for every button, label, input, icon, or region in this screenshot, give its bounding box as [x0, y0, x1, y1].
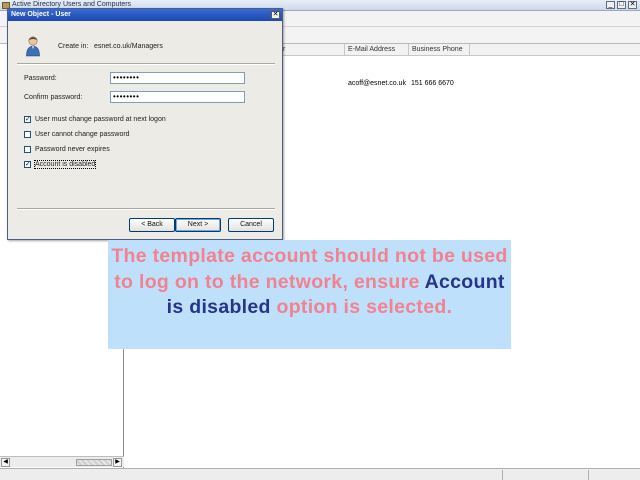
must-change-password-checkbox[interactable]: ✓ [24, 116, 31, 123]
back-button[interactable]: < Back [129, 218, 175, 232]
user-icon [26, 36, 40, 57]
scroll-right-arrow[interactable]: ▶ [113, 458, 122, 467]
main-window-title: Active Directory Users and Computers [12, 1, 132, 8]
close-window-button[interactable]: ✕ [628, 1, 637, 9]
divider [17, 63, 275, 65]
cannot-change-password-checkbox[interactable] [24, 131, 31, 138]
list-cell-email[interactable]: acoff@esnet.co.uk [348, 80, 406, 87]
divider [17, 208, 275, 210]
password-never-expires-label: Password never expires [35, 146, 110, 153]
scroll-left-arrow[interactable]: ◀ [1, 458, 10, 467]
create-in-label: Create in: [58, 43, 89, 50]
status-divider [588, 470, 589, 480]
confirm-password-label: Confirm password: [24, 94, 83, 101]
must-change-password-label: User must change password at next logon [35, 116, 166, 123]
list-cell-phone[interactable]: 151 666 6670 [411, 80, 454, 87]
cancel-button[interactable]: Cancel [228, 218, 274, 232]
dialog-close-button[interactable]: ✕ [271, 11, 280, 19]
password-label: Password: [24, 75, 57, 82]
confirm-password-field[interactable]: •••••••• [110, 91, 245, 103]
dialog-titlebar[interactable]: New Object - User ✕ [8, 9, 282, 21]
status-bar [0, 468, 640, 480]
account-disabled-checkbox[interactable]: ✓ [24, 161, 31, 168]
column-header[interactable]: r [280, 44, 345, 56]
cannot-change-password-label: User cannot change password [35, 131, 130, 138]
new-user-dialog: New Object - User ✕ Create in: esnet.co.… [7, 8, 283, 240]
dialog-title: New Object - User [11, 11, 71, 18]
password-never-expires-checkbox[interactable] [24, 146, 31, 153]
tree-horizontal-scrollbar[interactable]: ◀ ▶ [0, 456, 124, 467]
password-field[interactable]: •••••••• [110, 72, 245, 84]
create-in-path: esnet.co.uk/Managers [94, 43, 163, 50]
minimize-button[interactable]: _ [606, 1, 615, 9]
column-header-email[interactable]: E-Mail Address [345, 44, 409, 56]
column-header[interactable] [470, 44, 640, 56]
scroll-thumb[interactable] [76, 459, 112, 466]
column-header-phone[interactable]: Business Phone [409, 44, 470, 56]
account-disabled-label: Account is disabled [33, 160, 97, 169]
tutorial-callout: The template account should not be used … [108, 240, 511, 349]
status-divider [502, 470, 503, 480]
next-button[interactable]: Next > [175, 218, 221, 232]
callout-text-end: option is selected. [276, 296, 453, 318]
maximize-button[interactable]: □ [617, 1, 626, 9]
